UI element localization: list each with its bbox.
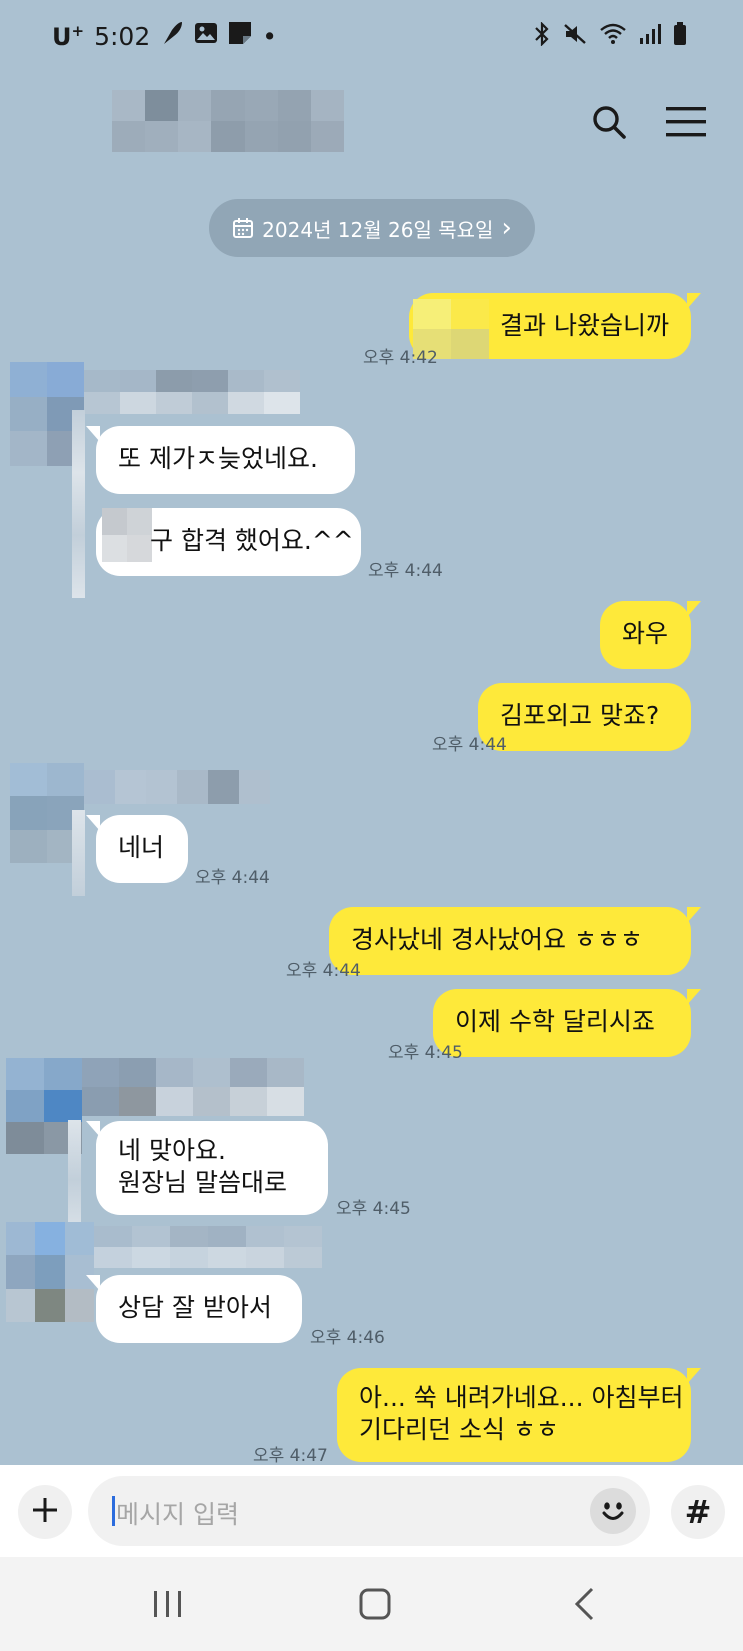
my-message-bubble[interactable]: 결과 나왔습니까: [409, 293, 701, 359]
message-time: 오후 4:46: [310, 1328, 385, 1348]
home-icon: [359, 1588, 391, 1620]
message-time: 오후 4:42: [363, 348, 438, 368]
their-message-bubble[interactable]: 또 제가ㅈ늦었네요.: [86, 426, 355, 494]
back-icon: [574, 1587, 594, 1621]
plus-icon: [31, 1496, 59, 1528]
message-time: 오후 4:44: [368, 561, 443, 581]
wifi-icon: [599, 22, 627, 50]
search-button[interactable]: [581, 94, 637, 150]
clock: 5:02: [94, 21, 151, 51]
their-message-bubble[interactable]: 구 합격 했어요.^^: [96, 508, 361, 576]
date-label: 2024년 12월 26일 목요일: [262, 217, 494, 242]
message-time: 오후 4:44: [286, 961, 361, 981]
blurred-strip: [72, 810, 85, 896]
message-text-line: 원장님 말씀대로: [118, 1168, 287, 1197]
message-input[interactable]: 메시지 입력: [88, 1476, 650, 1546]
more-notifications-dot: •: [262, 21, 277, 51]
sender-name-obscured: [84, 770, 270, 804]
their-message-bubble[interactable]: 네너: [86, 815, 188, 883]
message-text: 결과 나왔습니까: [500, 311, 669, 340]
signal-icon: [639, 23, 661, 49]
sender-name-obscured: [84, 370, 300, 414]
my-message-bubble[interactable]: 이제 수학 달리시죠: [433, 989, 701, 1057]
message-text: 김포외고 맞죠?: [500, 701, 660, 730]
recent-apps-button[interactable]: [138, 1579, 198, 1629]
status-bar: U+ 5:02 •: [0, 0, 743, 74]
carrier-label: U+: [52, 21, 85, 51]
date-divider[interactable]: 2024년 12월 26일 목요일 ›: [209, 199, 535, 257]
message-input-bar: 메시지 입력 #: [0, 1465, 743, 1557]
gallery-notification-icon: [194, 21, 218, 51]
message-time: 오후 4:44: [195, 868, 270, 888]
my-message-bubble[interactable]: 아... 쑥 내려가네요... 아침부터 기다리던 소식 ㅎㅎ: [337, 1368, 701, 1462]
hash-icon: #: [684, 1493, 712, 1531]
message-time: 오후 4:47: [253, 1446, 328, 1466]
calendar-icon: [233, 218, 254, 238]
message-text: 구 합격 했어요.^^: [150, 526, 354, 555]
sender-name-obscured: [82, 1058, 304, 1116]
emoji-button[interactable]: [590, 1488, 636, 1534]
bluetooth-icon: [533, 21, 551, 50]
note-notification-icon: [228, 21, 252, 51]
mute-icon: [563, 22, 587, 50]
message-text: 와우: [622, 619, 669, 648]
system-navigation-bar: [0, 1557, 743, 1651]
search-icon: [593, 106, 626, 139]
message-time: 오후 4:44: [432, 735, 507, 755]
battery-icon: [673, 22, 687, 50]
back-button[interactable]: [554, 1579, 614, 1629]
redacted-block: [102, 508, 152, 562]
message-text: 네너: [118, 833, 165, 862]
message-time: 오후 4:45: [388, 1043, 463, 1063]
menu-button[interactable]: [658, 94, 714, 150]
message-text: 또 제가ㅈ늦었네요.: [118, 444, 318, 473]
text-caret: [112, 1496, 115, 1526]
attach-button[interactable]: [18, 1485, 72, 1539]
blurred-strip: [72, 410, 85, 598]
message-text-line: 네 맞아요.: [118, 1136, 226, 1165]
my-message-bubble[interactable]: 와우: [600, 601, 701, 669]
their-message-bubble[interactable]: 네 맞아요. 원장님 말씀대로: [86, 1121, 328, 1215]
recent-apps-icon: [154, 1591, 181, 1617]
message-text-line: 아... 쑥 내려가네요... 아침부터: [359, 1383, 684, 1412]
message-text: 경사났네 경사났어요 ㅎㅎㅎ: [351, 925, 643, 954]
my-message-bubble[interactable]: 경사났네 경사났어요 ㅎㅎㅎ: [329, 907, 701, 975]
chat-room-title-obscured: [112, 90, 344, 152]
hashtag-button[interactable]: #: [671, 1485, 725, 1539]
message-time: 오후 4:45: [336, 1199, 411, 1219]
sender-avatar-obscured: [6, 1222, 94, 1322]
menu-icon: [666, 107, 706, 137]
message-text: 상담 잘 받아서: [118, 1293, 272, 1322]
their-message-bubble[interactable]: 상담 잘 받아서: [86, 1275, 302, 1343]
chevron-right-icon: ›: [501, 213, 512, 243]
sender-name-obscured: [94, 1226, 322, 1268]
message-text: 이제 수학 달리시죠: [455, 1007, 655, 1036]
emoji-icon: [602, 1502, 624, 1520]
status-right: [533, 21, 687, 50]
chat-header: [0, 74, 743, 174]
message-text-line: 기다리던 소식 ㅎㅎ: [359, 1415, 559, 1444]
status-left: U+ 5:02 •: [52, 20, 277, 52]
message-input-placeholder: 메시지 입력: [116, 1500, 239, 1529]
home-button[interactable]: [345, 1579, 405, 1629]
feather-notification-icon: [160, 20, 184, 52]
my-message-bubble[interactable]: 김포외고 맞죠?: [478, 683, 691, 751]
